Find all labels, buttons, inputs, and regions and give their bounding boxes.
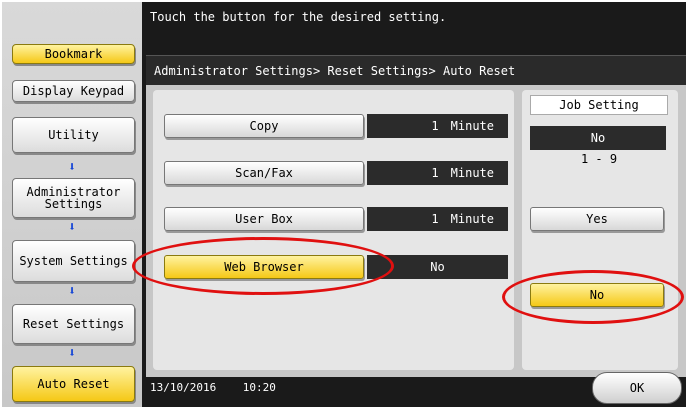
user-box-value: 1 Minute [367, 207, 508, 231]
scan-fax-value: 1 Minute [367, 161, 508, 185]
scan-fax-value-unit: Minute [450, 166, 494, 180]
date-text: 13/10/2016 [150, 381, 217, 394]
job-setting-range: 1 - 9 [580, 152, 618, 166]
system-settings-button[interactable]: System Settings [12, 240, 135, 282]
scan-fax-button[interactable]: Scan/Fax [164, 161, 364, 185]
job-setting-no-button[interactable]: No [530, 283, 664, 307]
job-setting-yes-button[interactable]: Yes [530, 207, 664, 231]
arrow-down-icon: ⬇ [68, 346, 76, 361]
administrator-settings-button[interactable]: Administrator Settings [12, 178, 135, 218]
user-box-value-number: 1 [431, 212, 439, 226]
auto-reset-button[interactable]: Auto Reset [12, 366, 135, 402]
copy-value: 1 Minute [367, 114, 508, 138]
web-browser-value-text: No [430, 260, 445, 274]
job-setting-title: Job Setting [530, 95, 668, 115]
arrow-down-icon: ⬇ [68, 160, 76, 175]
scan-fax-value-number: 1 [431, 166, 439, 180]
copy-value-unit: Minute [450, 119, 494, 133]
copy-button[interactable]: Copy [164, 114, 364, 138]
job-setting-current: No [530, 126, 666, 150]
ok-button[interactable]: OK [592, 372, 682, 404]
sidebar: Bookmark Display Keypad Utility ⬇ Admini… [2, 2, 142, 407]
time-text: 10:20 [242, 381, 276, 394]
bookmark-button[interactable]: Bookmark [12, 44, 135, 64]
arrow-down-icon: ⬇ [68, 284, 76, 299]
user-box-value-unit: Minute [450, 212, 494, 226]
user-box-button[interactable]: User Box [164, 207, 364, 231]
web-browser-button[interactable]: Web Browser [164, 255, 364, 279]
instruction-text: Touch the button for the desired setting… [150, 10, 447, 24]
arrow-down-icon: ⬇ [68, 220, 76, 235]
web-browser-value: No [367, 255, 508, 279]
display-keypad-button[interactable]: Display Keypad [12, 80, 135, 102]
datetime: 13/10/2016 10:20 [150, 381, 276, 394]
utility-button[interactable]: Utility [12, 117, 135, 153]
reset-settings-button[interactable]: Reset Settings [12, 304, 135, 344]
copy-value-number: 1 [431, 119, 439, 133]
breadcrumb: Administrator Settings> Reset Settings> … [146, 55, 686, 85]
